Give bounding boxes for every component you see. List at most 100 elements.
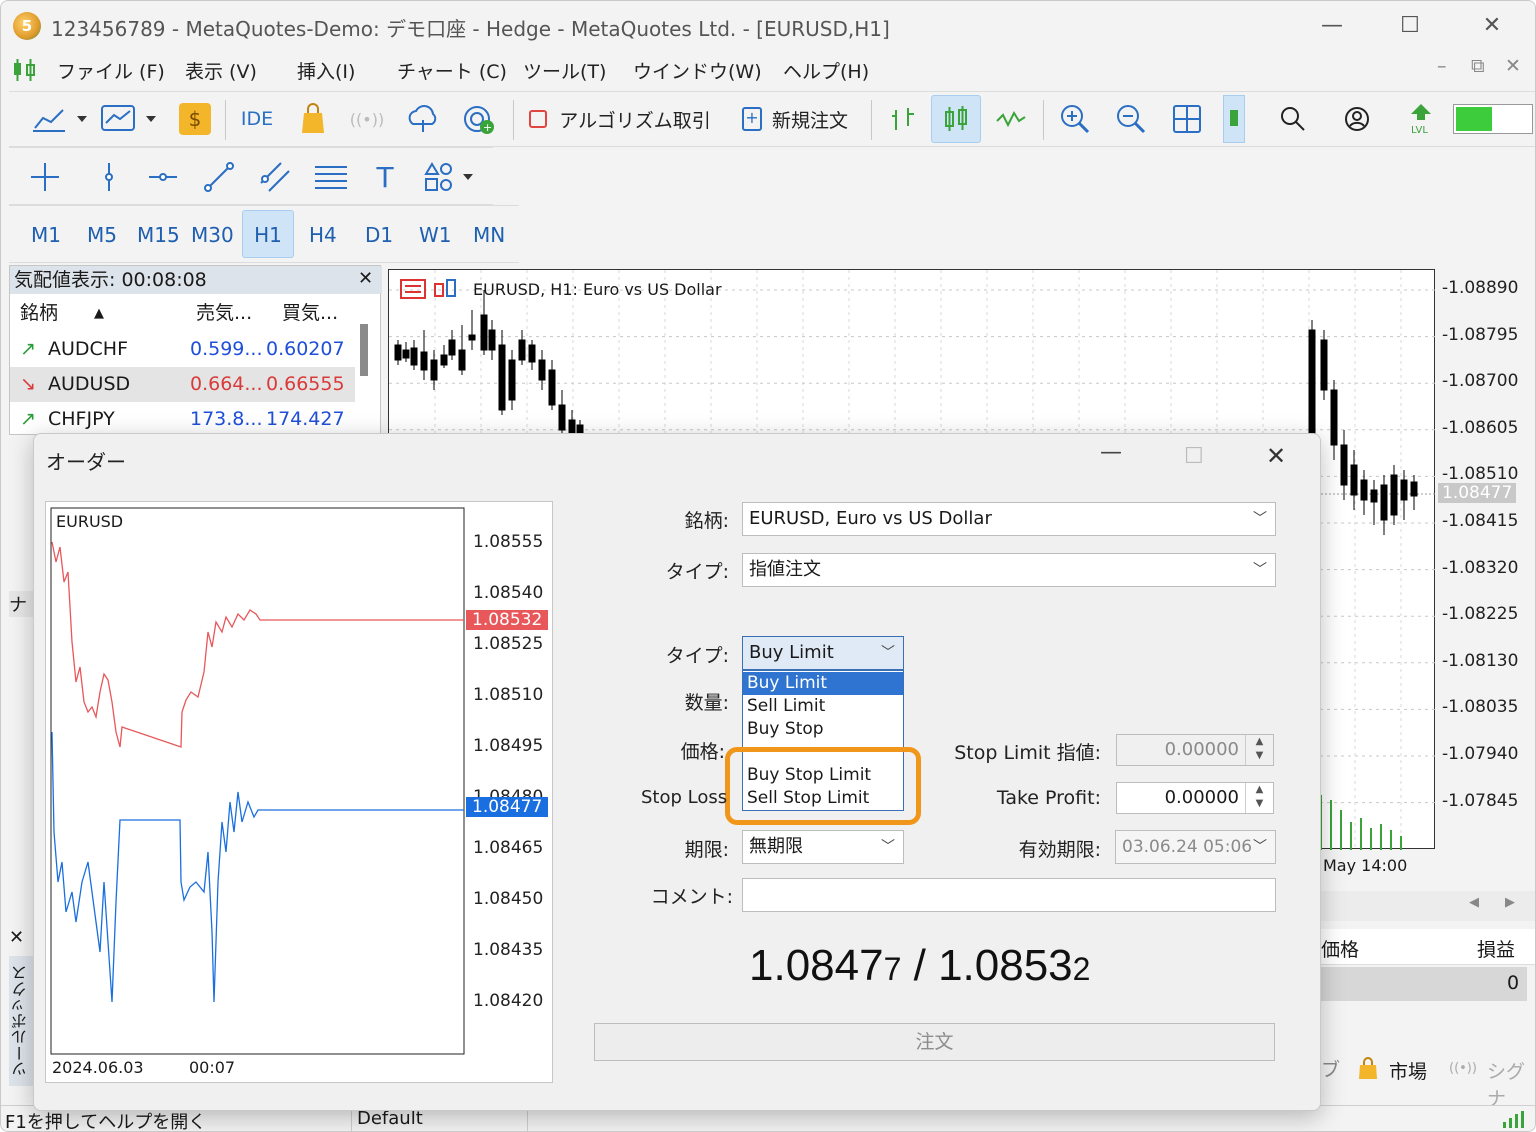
trendline-icon[interactable] bbox=[199, 155, 239, 199]
close-button[interactable]: ✕ bbox=[1469, 9, 1515, 43]
expiry-date-picker[interactable]: 03.06.24 05:06 ﹀ bbox=[1115, 830, 1276, 864]
timeframe-w1[interactable]: W1 bbox=[419, 223, 452, 247]
stop-limit-input[interactable]: 0.00000 ▲ ▼ bbox=[1116, 734, 1274, 766]
navigator-title[interactable]: ナ bbox=[9, 591, 33, 617]
chart-bar-toggle-icon[interactable] bbox=[1223, 95, 1245, 143]
mdi-close-button[interactable]: ✕ bbox=[1505, 55, 1521, 77]
market-watch-row[interactable]: ↘ AUDUSD 0.664... 0.66555 bbox=[10, 367, 355, 402]
toolbox-tab-label[interactable]: ツールボックス bbox=[9, 956, 33, 1086]
tile-windows-icon[interactable] bbox=[1165, 97, 1209, 141]
comment-input[interactable] bbox=[742, 878, 1276, 912]
take-profit-input[interactable]: 0.00000 ▲ ▼ bbox=[1116, 782, 1274, 814]
timeframe-m30[interactable]: M30 bbox=[191, 223, 234, 247]
scroll-left-icon[interactable]: ◀ bbox=[1469, 895, 1479, 910]
templates-button[interactable] bbox=[99, 97, 163, 141]
col-profit[interactable]: 損益 bbox=[1477, 935, 1515, 962]
candlestick-chart-icon[interactable] bbox=[931, 95, 981, 143]
scroll-right-icon[interactable]: ▶ bbox=[1505, 895, 1515, 910]
chart-trade-icon[interactable] bbox=[399, 278, 459, 304]
timeframe-m1[interactable]: M1 bbox=[31, 223, 61, 247]
stop-limit-spinner[interactable]: ▲ ▼ bbox=[1245, 735, 1273, 765]
timeframe-mn[interactable]: MN bbox=[473, 223, 505, 247]
text-tool-icon[interactable]: T bbox=[365, 155, 405, 199]
search-icon[interactable] bbox=[1271, 97, 1315, 141]
menu-tools[interactable]: ツール(T) bbox=[523, 57, 606, 84]
mdi-restore-button[interactable]: ⧉ bbox=[1471, 55, 1485, 77]
menu-charts[interactable]: チャート (C) bbox=[397, 57, 507, 84]
symbol-select[interactable]: EURUSD, Euro vs US Dollar ﹀ bbox=[742, 502, 1276, 536]
timeframe-d1[interactable]: D1 bbox=[365, 223, 393, 247]
level-up-icon[interactable]: LVL bbox=[1399, 97, 1443, 141]
monitor-chart-icon bbox=[101, 105, 156, 131]
timeframe-h1[interactable]: H1 bbox=[242, 210, 294, 258]
menu-help[interactable]: ヘルプ(H) bbox=[783, 57, 869, 84]
fibonacci-icon[interactable] bbox=[311, 155, 351, 199]
channel-icon[interactable] bbox=[255, 155, 295, 199]
chart-type-button[interactable] bbox=[23, 97, 99, 141]
tab-market[interactable]: 市場 bbox=[1389, 1057, 1427, 1084]
menu-window[interactable]: ウインドウ(W) bbox=[633, 57, 762, 84]
ask-price-small: 2 bbox=[1072, 951, 1091, 987]
vps-add-icon[interactable]: + bbox=[457, 97, 501, 141]
dropdown-option[interactable]: Buy Stop bbox=[743, 718, 903, 741]
col-symbol[interactable]: 銘柄 bbox=[20, 296, 58, 331]
order-type-select-value: Buy Limit bbox=[749, 642, 834, 663]
timeframe-m5[interactable]: M5 bbox=[87, 223, 117, 247]
market-watch-row[interactable]: ↗ CHFJPY 173.8... 174.427 bbox=[10, 402, 355, 437]
market-watch-row[interactable]: ↗ AUDCHF 0.599... 0.60207 bbox=[10, 332, 355, 367]
market-watch-close-icon[interactable]: ✕ bbox=[358, 268, 373, 289]
expiry-select[interactable]: 無期限 ﹀ bbox=[742, 830, 904, 864]
maximize-button[interactable]: ☐ bbox=[1387, 9, 1433, 43]
signals-dollar-button[interactable]: $ bbox=[175, 97, 215, 141]
expiry-select-value: 無期限 bbox=[749, 836, 803, 857]
crosshair-icon[interactable] bbox=[25, 155, 65, 199]
dialog-maximize-button[interactable]: ☐ bbox=[1184, 444, 1204, 469]
mdi-minimize-button[interactable]: – bbox=[1437, 55, 1447, 77]
menu-view[interactable]: 表示 (V) bbox=[185, 57, 257, 84]
shapes-tool-icon[interactable] bbox=[419, 155, 483, 199]
col-bid[interactable]: 売気... bbox=[196, 296, 252, 331]
candle-body bbox=[440, 354, 448, 366]
candle-body bbox=[394, 344, 402, 361]
type-label: タイプ: bbox=[665, 561, 729, 583]
app-logo-icon: 5 bbox=[13, 12, 41, 40]
type-select[interactable]: 指値注文 ﹀ bbox=[742, 553, 1276, 587]
col-ask[interactable]: 買気... bbox=[282, 296, 338, 331]
candle-body bbox=[1360, 479, 1368, 501]
bar-chart-icon[interactable] bbox=[881, 97, 925, 141]
dropdown-option[interactable]: Sell Limit bbox=[743, 695, 903, 718]
toolbox-close-icon[interactable]: ✕ bbox=[9, 927, 31, 948]
market-watch-scrollbar[interactable] bbox=[360, 324, 368, 376]
zoom-out-icon[interactable] bbox=[1109, 97, 1153, 141]
algo-trading-button[interactable]: アルゴリズム取引 bbox=[525, 97, 715, 141]
take-profit-spinner[interactable]: ▲ ▼ bbox=[1245, 783, 1273, 813]
menu-insert[interactable]: 挿入(I) bbox=[297, 57, 355, 84]
price-tick-label: -1.08415 bbox=[1442, 511, 1519, 531]
candle-body bbox=[448, 339, 456, 356]
account-icon[interactable] bbox=[1335, 97, 1379, 141]
horizontal-line-icon[interactable] bbox=[143, 155, 183, 199]
dropdown-option[interactable]: Buy Limit bbox=[743, 672, 903, 695]
place-order-button[interactable]: 注文 bbox=[594, 1023, 1275, 1061]
tab-partial[interactable]: ブ bbox=[1321, 1055, 1340, 1082]
dialog-minimize-button[interactable]: — bbox=[1100, 440, 1122, 465]
dialog-close-button[interactable]: ✕ bbox=[1266, 442, 1286, 470]
timeframe-h4[interactable]: H4 bbox=[309, 223, 337, 247]
tick-y-axis: 1.08555 1.08540 1.08525 1.08510 1.08495 1.084… bbox=[46, 502, 554, 1084]
ide-button[interactable]: IDE bbox=[235, 97, 279, 141]
col-price[interactable]: 価格 bbox=[1321, 935, 1359, 962]
market-bag-icon[interactable] bbox=[293, 97, 333, 141]
menu-file[interactable]: ファイル (F) bbox=[57, 57, 165, 84]
cloud-icon[interactable] bbox=[401, 97, 445, 141]
highlight-annotation bbox=[725, 747, 921, 825]
tick-y-label: 1.08435 bbox=[473, 940, 544, 960]
line-chart-type-icon[interactable] bbox=[989, 97, 1033, 141]
timeframe-m15[interactable]: M15 bbox=[137, 223, 180, 247]
vertical-line-icon[interactable] bbox=[89, 155, 129, 199]
signal-broadcast-icon[interactable]: ((•)) bbox=[345, 97, 389, 141]
minimize-button[interactable]: — bbox=[1309, 9, 1355, 43]
order-type-select[interactable]: Buy Limit ﹀ bbox=[742, 636, 904, 670]
new-order-button[interactable]: + 新規注文 bbox=[725, 97, 865, 141]
tab-signal[interactable]: シグナ bbox=[1487, 1057, 1535, 1111]
zoom-in-icon[interactable] bbox=[1053, 97, 1097, 141]
